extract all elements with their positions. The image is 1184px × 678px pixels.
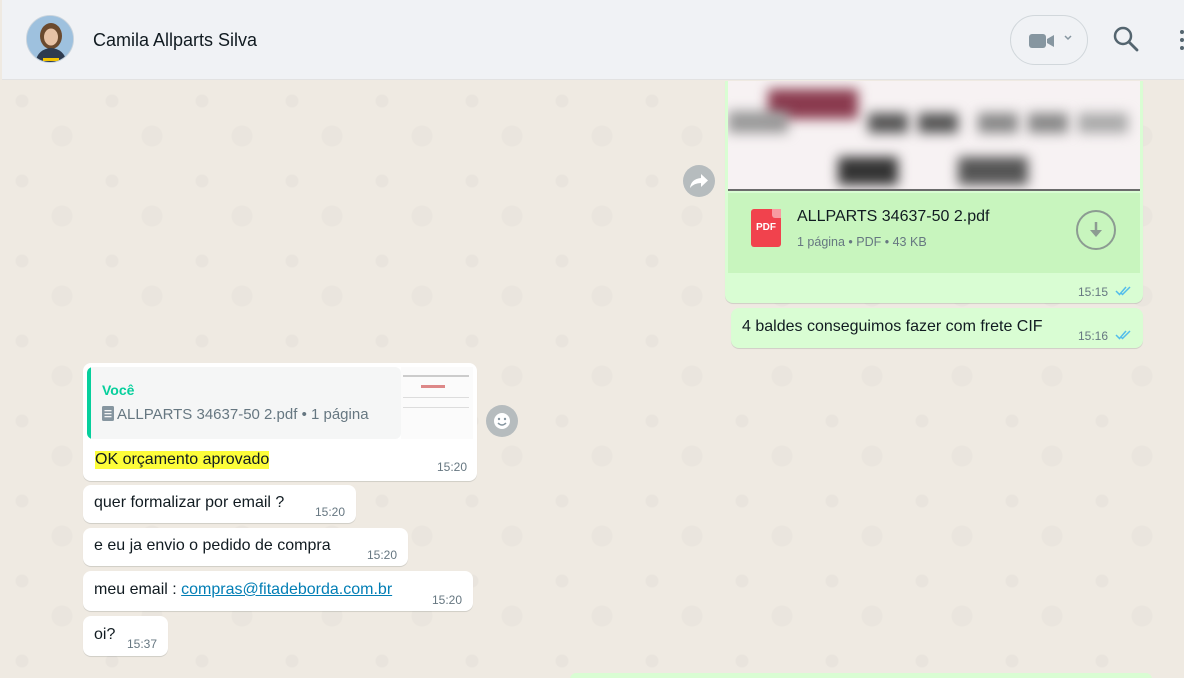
incoming-text-message[interactable]: meu email : compras@fitadeborda.com.br 1… (83, 571, 473, 611)
menu-icon[interactable] (1178, 28, 1184, 52)
message-text-prefix: meu email : (94, 581, 182, 598)
message-time: 15:20 (437, 460, 468, 474)
email-link[interactable]: compras@fitadeborda.com.br (181, 581, 392, 598)
message-time: 15:20 (315, 505, 346, 519)
react-button[interactable] (486, 405, 518, 437)
message-time: 15:20 (367, 548, 398, 562)
incoming-text-message[interactable]: oi? 15:37 (83, 616, 168, 656)
forward-icon (690, 174, 708, 188)
message-time: 15:15 (1078, 285, 1109, 299)
incoming-text-message[interactable]: quer formalizar por email ? 15:20 (83, 485, 356, 523)
video-call-button[interactable] (1010, 15, 1088, 65)
emoji-icon (494, 413, 510, 429)
pdf-preview-thumbnail[interactable] (728, 81, 1140, 191)
contact-name[interactable]: Camila Allparts Silva (93, 30, 257, 51)
pdf-file-icon: PDF (751, 209, 781, 247)
quoted-message[interactable]: Você ALLPARTS 34637-50 2.pdf • 1 página (87, 367, 401, 439)
message-text: quer formalizar por email ? (94, 494, 285, 511)
message-text: oi? (94, 626, 116, 643)
chevron-down-icon (1064, 35, 1072, 41)
forward-button[interactable] (683, 165, 715, 197)
pdf-file-meta: 1 página • PDF • 43 KB (797, 235, 927, 249)
message-time: 15:16 (1078, 329, 1109, 343)
quote-accent-bar (87, 367, 91, 439)
message-time: 15:37 (127, 637, 158, 651)
chat-area[interactable]: PDF ALLPARTS 34637-50 2.pdf 1 página • P… (2, 81, 1184, 678)
message-text: meu email : compras@fitadeborda.com.br (94, 581, 392, 599)
download-button[interactable] (1076, 210, 1116, 250)
incoming-text-message[interactable]: e eu ja envio o pedido de compra 15:20 (83, 528, 408, 566)
contact-avatar[interactable] (26, 15, 74, 63)
download-icon (1090, 222, 1102, 237)
video-call-icon (1029, 34, 1054, 48)
message-text: e eu ja envio o pedido de compra (94, 537, 331, 554)
next-outgoing-message-edge (570, 673, 1152, 678)
message-text: OK orçamento aprovado (95, 451, 270, 469)
search-icon[interactable] (1112, 25, 1140, 53)
message-text: 4 baldes conseguimos fazer com frete CIF (742, 318, 1043, 335)
pdf-file-name: ALLPARTS 34637-50 2.pdf (797, 208, 990, 225)
outgoing-pdf-message[interactable]: PDF ALLPARTS 34637-50 2.pdf 1 página • P… (725, 81, 1143, 303)
message-time: 15:20 (432, 593, 463, 607)
read-receipt-icon (1115, 286, 1131, 296)
outgoing-text-message[interactable]: 4 baldes conseguimos fazer com frete CIF… (731, 308, 1143, 348)
read-receipt-icon (1115, 330, 1131, 340)
incoming-reply-message[interactable]: Você ALLPARTS 34637-50 2.pdf • 1 página … (83, 363, 477, 481)
chat-header: Camila Allparts Silva (2, 0, 1184, 80)
quote-document-label: ALLPARTS 34637-50 2.pdf • 1 página (117, 406, 369, 423)
avatar-photo-icon (27, 16, 73, 62)
quote-document: ALLPARTS 34637-50 2.pdf • 1 página (102, 406, 369, 423)
quote-thumbnail (401, 367, 473, 439)
pdf-file-card[interactable]: PDF ALLPARTS 34637-50 2.pdf 1 página • P… (728, 193, 1140, 273)
document-icon (102, 406, 114, 421)
quote-author: Você (102, 382, 135, 398)
